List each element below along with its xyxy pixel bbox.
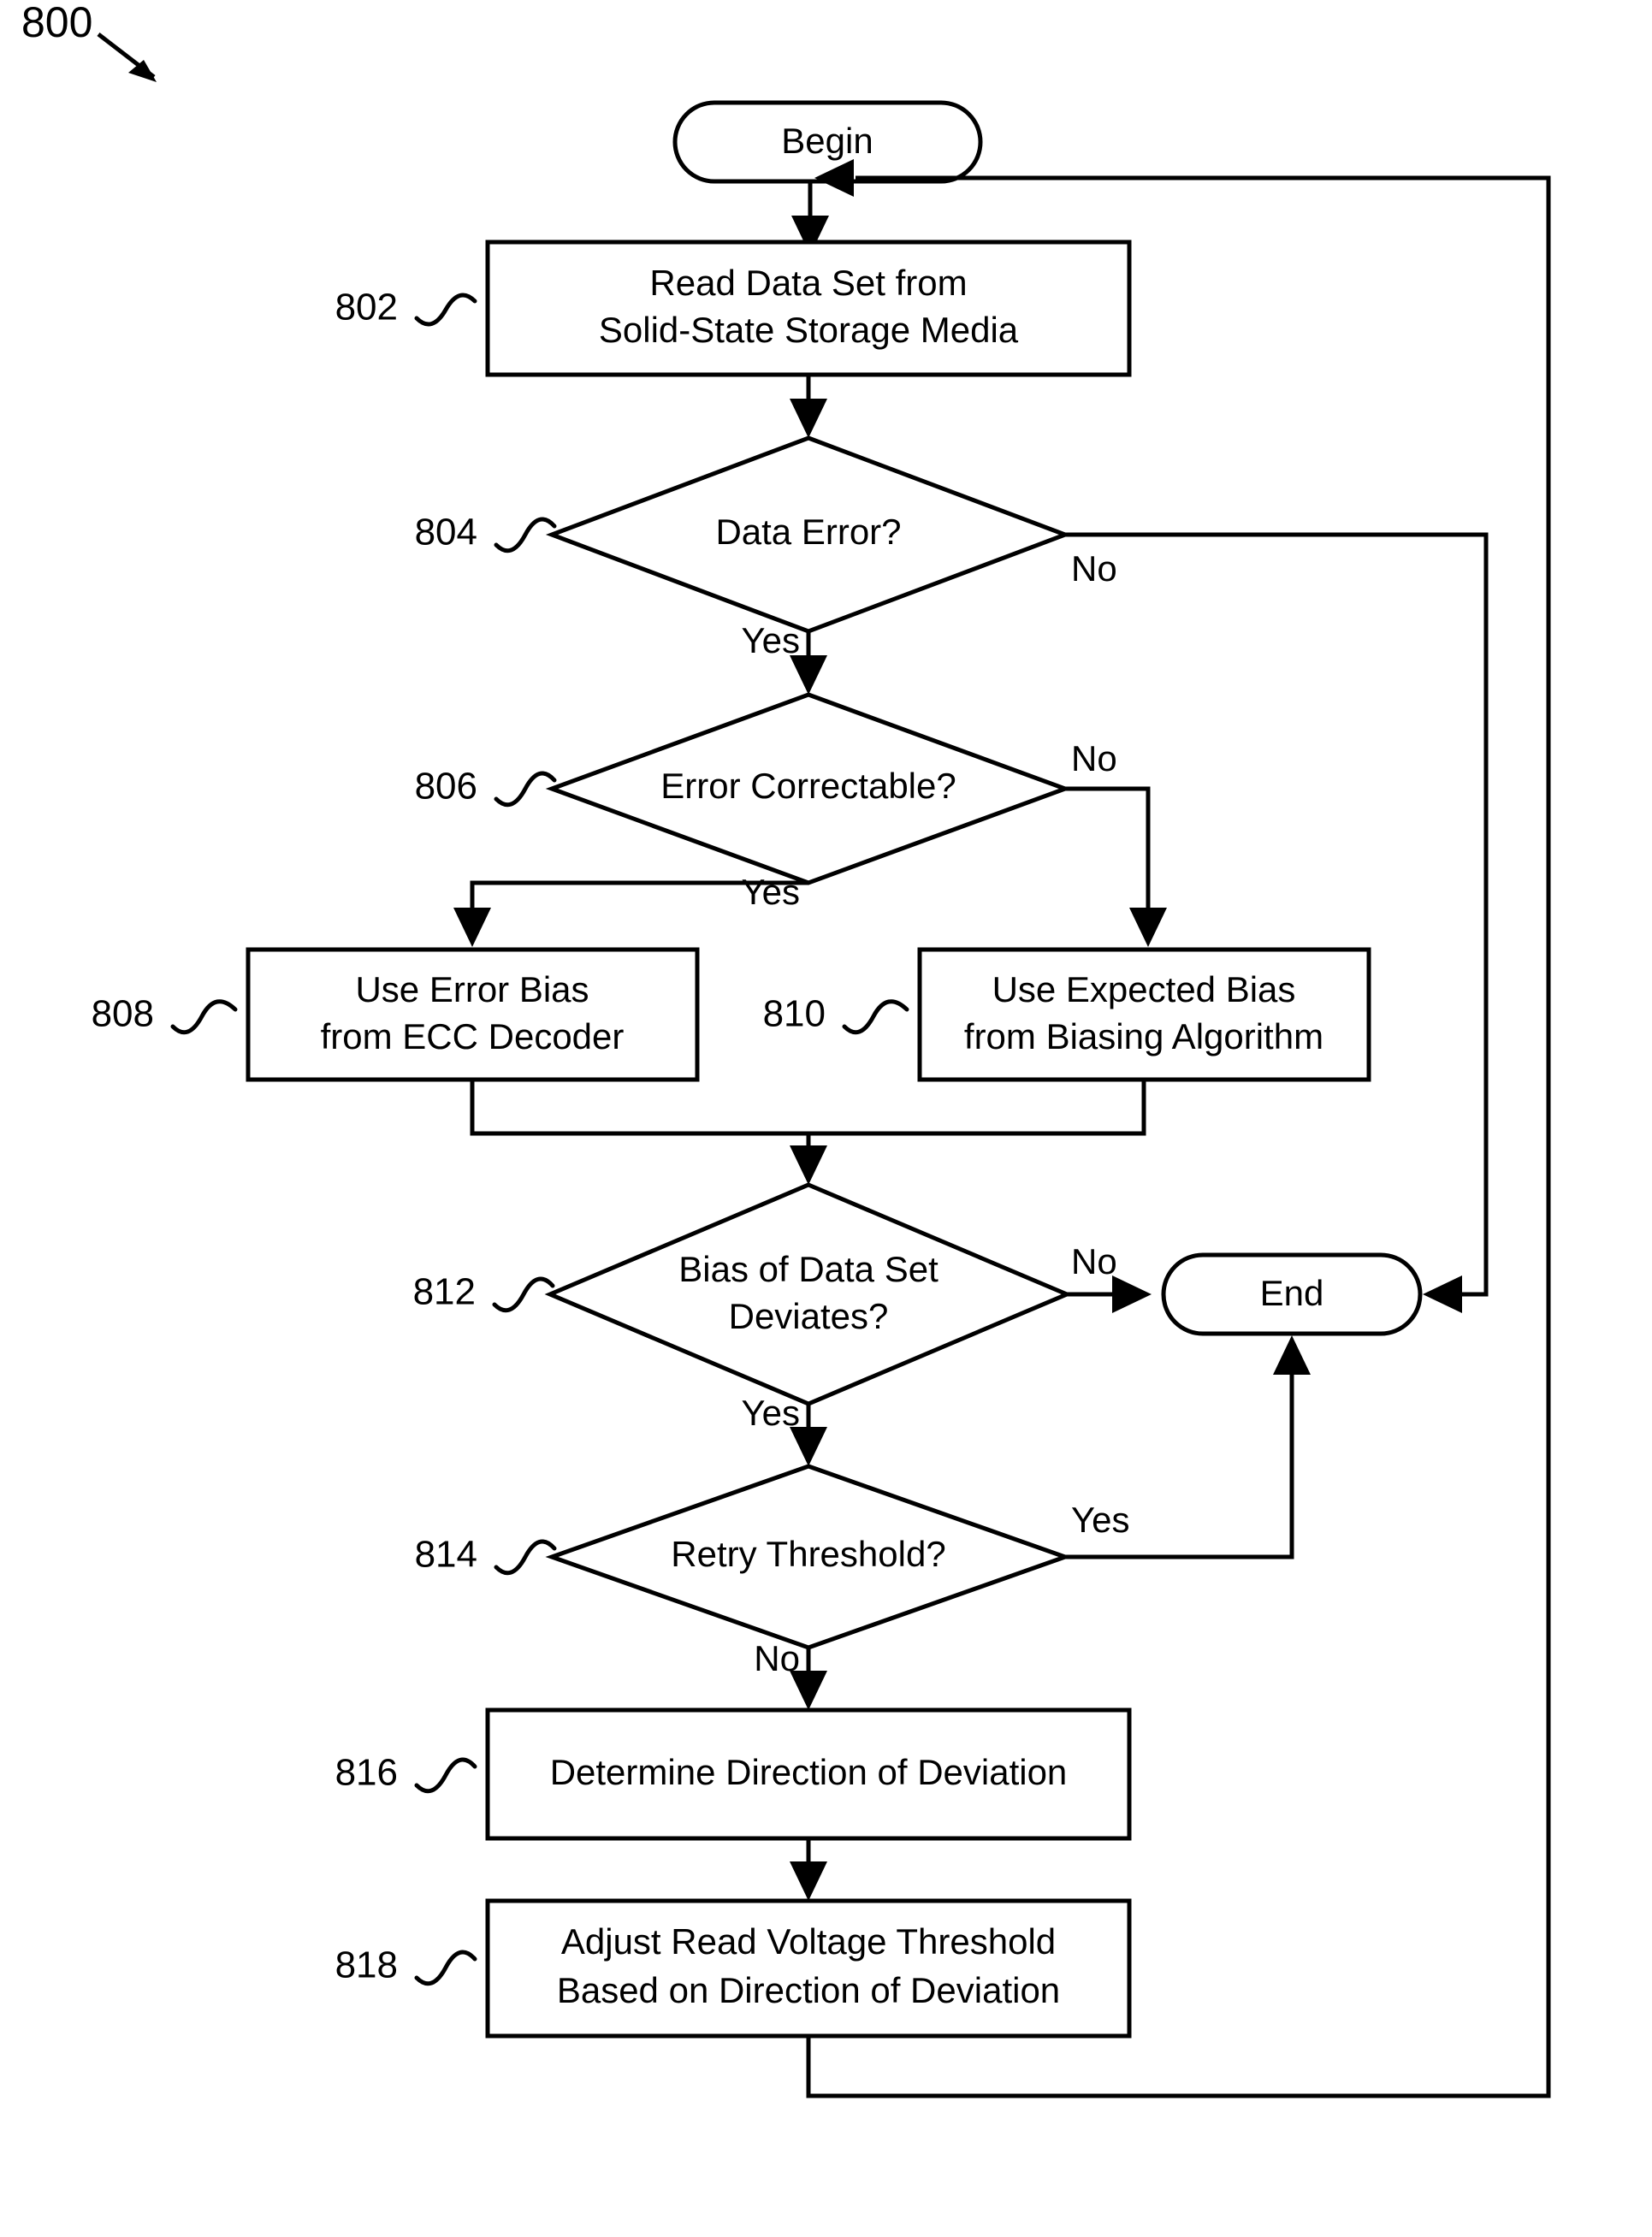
step-808-ref: 808	[92, 993, 154, 1035]
figure-reference-arrowhead	[128, 60, 157, 82]
step-812-ref: 812	[413, 1271, 476, 1313]
branch-label-814-yes: Yes	[1071, 1500, 1130, 1540]
step-802-line1: Read Data Set from	[649, 263, 967, 303]
step-812-line2: Deviates?	[729, 1296, 889, 1336]
step-812-shape	[544, 1182, 1073, 1406]
step-814-ref-leader	[494, 1539, 557, 1576]
step-812: Bias of Data Set Deviates? 812	[413, 1182, 1073, 1406]
step-810-line2: from Biasing Algorithm	[964, 1016, 1323, 1056]
step-814: Retry Threshold? 814	[415, 1464, 1072, 1650]
step-804-ref-leader	[494, 517, 557, 553]
step-814-line1: Retry Threshold?	[671, 1534, 945, 1574]
step-816: Determine Direction of Deviation 816	[335, 1707, 1132, 1841]
branch-label-814-no: No	[754, 1638, 800, 1678]
terminal-end: End	[1161, 1252, 1423, 1336]
step-804-ref: 804	[415, 512, 477, 553]
connector-808-810-merge-to-812	[470, 1080, 1146, 1185]
step-818-line1: Adjust Read Voltage Threshold	[561, 1921, 1056, 1962]
step-802-ref-leader	[414, 293, 477, 327]
terminal-end-label: End	[1260, 1273, 1324, 1313]
figure-number-label: 800	[21, 0, 92, 46]
connector-804-no-to-end: No	[1065, 532, 1489, 1313]
step-808-line2: from ECC Decoder	[321, 1016, 625, 1056]
branch-label-806-yes: Yes	[741, 872, 800, 912]
terminal-begin-label: Begin	[781, 121, 873, 161]
step-810-line1: Use Expected Bias	[992, 969, 1296, 1009]
step-816-ref-leader	[414, 1757, 477, 1794]
step-818: Adjust Read Voltage Threshold Based on D…	[335, 1898, 1132, 2039]
step-802-ref: 802	[335, 287, 398, 328]
figure-reference-800: 800	[21, 0, 157, 82]
connector-804-yes-to-806: Yes	[741, 620, 827, 695]
flowchart-canvas: 800 Begin Read Data Set from Solid-State…	[21, 0, 1551, 2098]
connector-806-no-to-810: No	[1065, 738, 1167, 947]
step-810-ref: 810	[763, 993, 826, 1035]
connector-812-no-to-end: No	[1067, 1241, 1152, 1313]
step-808: Use Error Bias from ECC Decoder 808	[92, 947, 700, 1082]
step-808-ref-leader	[170, 999, 238, 1035]
branch-label-812-no: No	[1071, 1241, 1117, 1281]
step-810-ref-leader	[842, 999, 909, 1035]
patent-figure-800: 800 Begin Read Data Set from Solid-State…	[0, 0, 1652, 2237]
step-802: Read Data Set from Solid-State Storage M…	[335, 240, 1132, 377]
step-806-ref: 806	[415, 766, 477, 808]
connector-812-yes-to-814: Yes	[741, 1393, 827, 1466]
step-806: Error Correctable? 806	[415, 692, 1072, 885]
branch-label-812-yes: Yes	[741, 1393, 800, 1433]
connector-814-yes-to-end: Yes	[1065, 1335, 1311, 1559]
step-812-ref-leader	[492, 1276, 555, 1313]
step-810: Use Expected Bias from Biasing Algorithm…	[763, 947, 1371, 1082]
step-816-ref: 816	[335, 1752, 398, 1794]
branch-label-804-no: No	[1071, 548, 1117, 589]
step-806-ref-leader	[494, 771, 557, 808]
step-804: Data Error? 804	[415, 435, 1072, 634]
step-804-line1: Data Error?	[715, 512, 901, 552]
step-814-ref: 814	[415, 1534, 477, 1576]
step-812-line1: Bias of Data Set	[678, 1249, 939, 1289]
step-806-line1: Error Correctable?	[660, 766, 956, 806]
step-802-line2: Solid-State Storage Media	[599, 310, 1019, 350]
step-818-line2: Based on Direction of Deviation	[557, 1970, 1060, 2010]
terminal-begin: Begin	[672, 100, 983, 184]
step-816-line1: Determine Direction of Deviation	[550, 1752, 1068, 1792]
branch-label-804-yes: Yes	[741, 620, 800, 660]
step-818-ref: 818	[335, 1944, 398, 1986]
connector-814-no-to-816: No	[754, 1638, 827, 1710]
connector-806-yes-to-808: Yes	[453, 872, 808, 947]
step-808-line1: Use Error Bias	[355, 969, 589, 1009]
branch-label-806-no: No	[1071, 738, 1117, 778]
connector-816-to-818	[790, 1838, 827, 1901]
connector-802-to-804	[790, 375, 827, 438]
step-818-ref-leader	[414, 1950, 477, 1986]
